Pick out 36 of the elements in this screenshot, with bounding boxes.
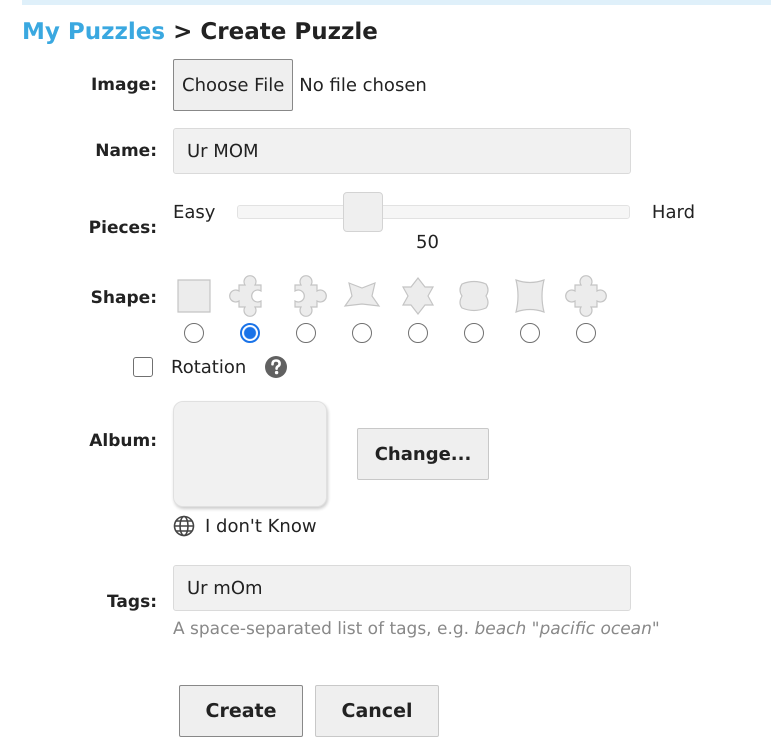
page-title: Create Puzzle xyxy=(200,19,378,45)
shape-radio[interactable] xyxy=(464,323,484,343)
tags-field[interactable]: Ur mOm xyxy=(173,565,631,611)
file-status: No file chosen xyxy=(299,74,427,96)
rotation-checkbox[interactable] xyxy=(133,357,153,377)
field-label: Shape: xyxy=(90,288,157,308)
shape-radio[interactable] xyxy=(184,323,204,343)
change-button[interactable]: Change... xyxy=(357,428,489,480)
shape-radio[interactable] xyxy=(240,323,260,343)
slider-min-label: Easy xyxy=(173,202,216,222)
slider-thumb[interactable] xyxy=(343,192,384,232)
album-name: I don't Know xyxy=(205,516,317,536)
field-label: Pieces: xyxy=(88,218,157,238)
shape-radio[interactable] xyxy=(576,323,596,343)
rotation-label: Rotation xyxy=(171,356,246,378)
piece-shape-icon xyxy=(565,275,607,317)
name-field[interactable]: Ur MOM xyxy=(173,128,631,174)
pieces-slider[interactable] xyxy=(237,192,630,232)
create-button[interactable]: Create xyxy=(179,685,303,737)
field-label: Album: xyxy=(88,431,157,451)
shape-radio[interactable] xyxy=(296,323,316,343)
tags-hint: A space-separated list of tags, e.g. beach "pacific ocean" xyxy=(173,619,661,639)
breadcrumb-separator: > xyxy=(173,19,192,45)
shape-radio[interactable] xyxy=(408,323,428,343)
field-label: Name: xyxy=(94,141,157,161)
cancel-button[interactable]: Cancel xyxy=(315,685,439,737)
help-icon[interactable] xyxy=(264,355,288,379)
album-thumbnail[interactable] xyxy=(173,401,327,507)
shape-radio[interactable] xyxy=(352,323,372,343)
field-label: Tags: xyxy=(106,592,157,612)
slider-value: 50 xyxy=(416,232,440,253)
field-label: Image: xyxy=(90,75,157,95)
shape-radio[interactable] xyxy=(520,323,540,343)
slider-max-label: Hard xyxy=(652,202,695,222)
choose-file-button[interactable]: Choose File xyxy=(173,59,294,111)
globe-icon xyxy=(173,515,195,537)
